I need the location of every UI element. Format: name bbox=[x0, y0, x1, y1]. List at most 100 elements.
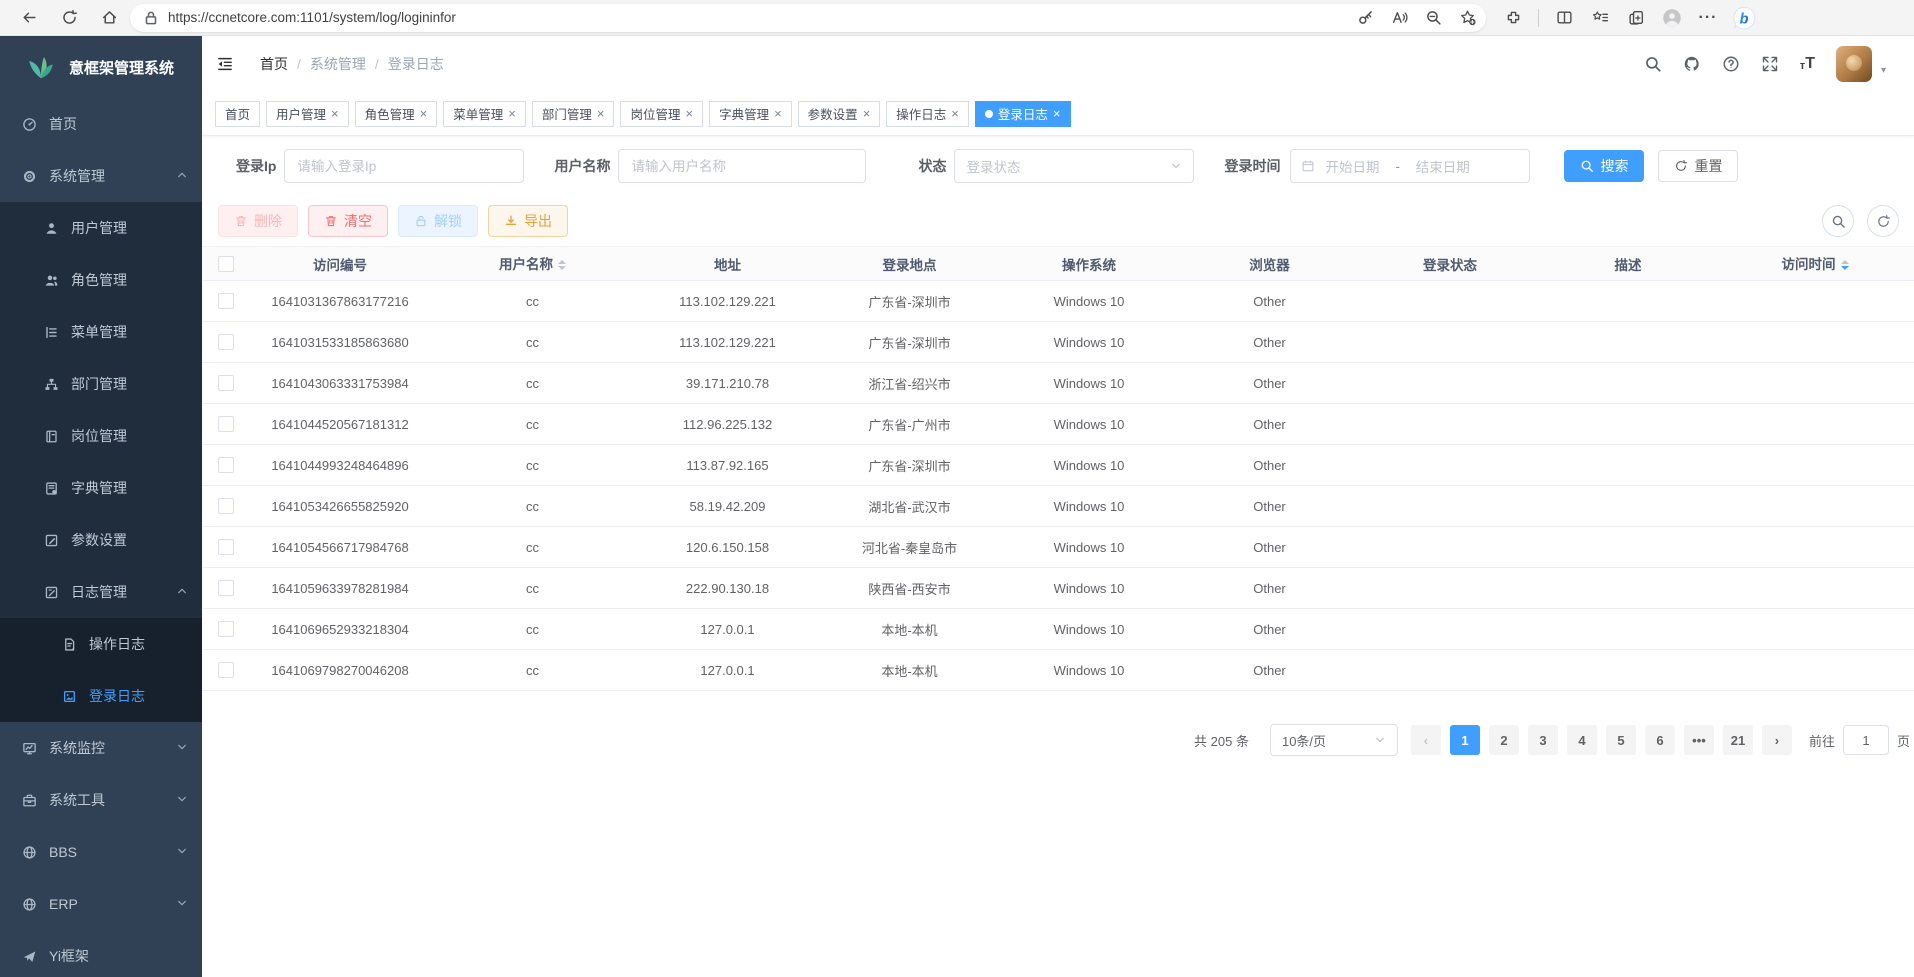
sidebar-item-5[interactable]: 部门管理 bbox=[0, 358, 202, 410]
user-avatar[interactable] bbox=[1836, 46, 1872, 82]
sidebar-item-9[interactable]: 日志管理 bbox=[0, 566, 202, 618]
row-checkbox[interactable] bbox=[218, 498, 234, 514]
sidebar-item-6[interactable]: 岗位管理 bbox=[0, 410, 202, 462]
column-header[interactable]: 访问时间 bbox=[1716, 247, 1914, 281]
page-button-6[interactable]: 6 bbox=[1645, 725, 1675, 755]
search-icon[interactable] bbox=[1644, 55, 1662, 73]
breadcrumb-home[interactable]: 首页 bbox=[260, 54, 288, 74]
login-time-range[interactable]: 开始日期 - 结束日期 bbox=[1290, 149, 1530, 183]
page-button-1[interactable]: 1 bbox=[1450, 725, 1480, 755]
row-checkbox[interactable] bbox=[218, 334, 234, 350]
close-tab-icon[interactable]: × bbox=[597, 107, 605, 120]
table-row[interactable]: 1641043063331753984cc39.171.210.78浙江省-绍兴… bbox=[202, 363, 1914, 404]
tab-7[interactable]: 参数设置× bbox=[798, 101, 881, 127]
sidebar-item-13[interactable]: 系统工具 bbox=[0, 774, 202, 826]
close-tab-icon[interactable]: × bbox=[1053, 107, 1061, 120]
row-checkbox[interactable] bbox=[218, 293, 234, 309]
sidebar-item-3[interactable]: 角色管理 bbox=[0, 254, 202, 306]
table-row[interactable]: 1641044993248464896cc113.87.92.165广东省-深圳… bbox=[202, 445, 1914, 486]
github-icon[interactable] bbox=[1683, 55, 1701, 73]
profile-icon[interactable] bbox=[1657, 4, 1687, 32]
sidebar-item-8[interactable]: 参数设置 bbox=[0, 514, 202, 566]
row-checkbox[interactable] bbox=[218, 539, 234, 555]
page-button-5[interactable]: 5 bbox=[1606, 725, 1636, 755]
help-icon[interactable] bbox=[1722, 55, 1740, 73]
search-icon[interactable] bbox=[1822, 205, 1854, 237]
table-row[interactable]: 1641069652933218304cc127.0.0.1本地-本机Windo… bbox=[202, 609, 1914, 650]
tab-0[interactable]: 首页 bbox=[215, 101, 260, 127]
reset-button[interactable]: 重置 bbox=[1658, 150, 1738, 182]
sidebar-item-15[interactable]: ERP bbox=[0, 878, 202, 930]
read-aloud-icon[interactable] bbox=[1384, 4, 1414, 32]
sidebar-item-0[interactable]: 首页 bbox=[0, 98, 202, 150]
row-checkbox[interactable] bbox=[218, 416, 234, 432]
home-icon[interactable] bbox=[94, 4, 124, 32]
back-icon[interactable] bbox=[14, 4, 44, 32]
sort-carets-icon[interactable] bbox=[1841, 256, 1849, 274]
extensions-icon[interactable] bbox=[1498, 4, 1528, 32]
row-select-cell[interactable] bbox=[202, 486, 250, 527]
status-select[interactable]: 登录状态 bbox=[954, 149, 1194, 183]
action-button-3[interactable]: 导出 bbox=[488, 205, 568, 237]
tab-9[interactable]: 登录日志× bbox=[975, 101, 1071, 127]
sidebar-item-2[interactable]: 用户管理 bbox=[0, 202, 202, 254]
address-bar[interactable]: https://ccnetcore.com:1101/system/log/lo… bbox=[130, 4, 1486, 32]
table-row[interactable]: 1641054566717984768cc120.6.150.158河北省-秦皇… bbox=[202, 527, 1914, 568]
table-row[interactable]: 1641044520567181312cc112.96.225.132广东省-广… bbox=[202, 404, 1914, 445]
close-tab-icon[interactable]: × bbox=[774, 107, 782, 120]
duplicate-tab-icon[interactable] bbox=[1621, 4, 1651, 32]
tab-3[interactable]: 菜单管理× bbox=[443, 101, 526, 127]
sidebar-item-11[interactable]: 登录日志 bbox=[0, 670, 202, 722]
close-tab-icon[interactable]: × bbox=[331, 107, 339, 120]
key-icon[interactable] bbox=[1350, 4, 1380, 32]
tab-5[interactable]: 岗位管理× bbox=[620, 101, 703, 127]
sidebar-item-4[interactable]: 菜单管理 bbox=[0, 306, 202, 358]
login-ip-input[interactable] bbox=[284, 149, 524, 183]
page-button-2[interactable]: 2 bbox=[1489, 725, 1519, 755]
font-size-icon[interactable]: тT bbox=[1800, 56, 1815, 72]
close-tab-icon[interactable]: × bbox=[863, 107, 871, 120]
tab-1[interactable]: 用户管理× bbox=[266, 101, 349, 127]
row-select-cell[interactable] bbox=[202, 404, 250, 445]
page-next-button[interactable]: › bbox=[1762, 725, 1792, 755]
action-button-1[interactable]: 清空 bbox=[308, 205, 388, 237]
close-tab-icon[interactable]: × bbox=[951, 107, 959, 120]
tab-4[interactable]: 部门管理× bbox=[532, 101, 615, 127]
table-row[interactable]: 1641053426655825920cc58.19.42.209湖北省-武汉市… bbox=[202, 486, 1914, 527]
row-checkbox[interactable] bbox=[218, 662, 234, 678]
sidebar-item-12[interactable]: 系统监控 bbox=[0, 722, 202, 774]
action-button-2[interactable]: 解锁 bbox=[398, 205, 478, 237]
row-select-cell[interactable] bbox=[202, 445, 250, 486]
page-button-3[interactable]: 3 bbox=[1528, 725, 1558, 755]
collections-icon[interactable] bbox=[1585, 4, 1615, 32]
fold-sidebar-icon[interactable] bbox=[216, 55, 234, 73]
select-all-checkbox[interactable] bbox=[218, 256, 234, 272]
row-select-cell[interactable] bbox=[202, 322, 250, 363]
user-name-input[interactable] bbox=[618, 149, 866, 183]
reload-icon[interactable] bbox=[54, 4, 84, 32]
sidebar-item-16[interactable]: Yi框架 bbox=[0, 930, 202, 977]
sort-carets-icon[interactable] bbox=[558, 256, 566, 274]
row-select-cell[interactable] bbox=[202, 568, 250, 609]
more-icon[interactable]: ··· bbox=[1693, 4, 1723, 32]
goto-page-input[interactable] bbox=[1843, 725, 1889, 755]
favorite-add-icon[interactable] bbox=[1452, 4, 1482, 32]
table-row[interactable]: 1641069798270046208cc127.0.0.1本地-本机Windo… bbox=[202, 650, 1914, 691]
app-logo[interactable]: 意框架管理系统 bbox=[0, 36, 202, 98]
row-select-cell[interactable] bbox=[202, 363, 250, 404]
fullscreen-icon[interactable] bbox=[1761, 55, 1779, 73]
row-select-cell[interactable] bbox=[202, 281, 250, 322]
page-button-4[interactable]: 4 bbox=[1567, 725, 1597, 755]
sidebar-item-1[interactable]: 系统管理 bbox=[0, 150, 202, 202]
table-row[interactable]: 1641031533185863680cc113.102.129.221广东省-… bbox=[202, 322, 1914, 363]
tab-8[interactable]: 操作日志× bbox=[886, 101, 969, 127]
search-button[interactable]: 搜索 bbox=[1564, 150, 1644, 182]
page-button-21[interactable]: 21 bbox=[1723, 725, 1753, 755]
action-button-0[interactable]: 删除 bbox=[218, 205, 298, 237]
row-select-cell[interactable] bbox=[202, 650, 250, 691]
zoom-out-icon[interactable] bbox=[1418, 4, 1448, 32]
row-checkbox[interactable] bbox=[218, 457, 234, 473]
close-tab-icon[interactable]: × bbox=[420, 107, 428, 120]
page-prev-button[interactable]: ‹ bbox=[1411, 725, 1441, 755]
row-select-cell[interactable] bbox=[202, 527, 250, 568]
